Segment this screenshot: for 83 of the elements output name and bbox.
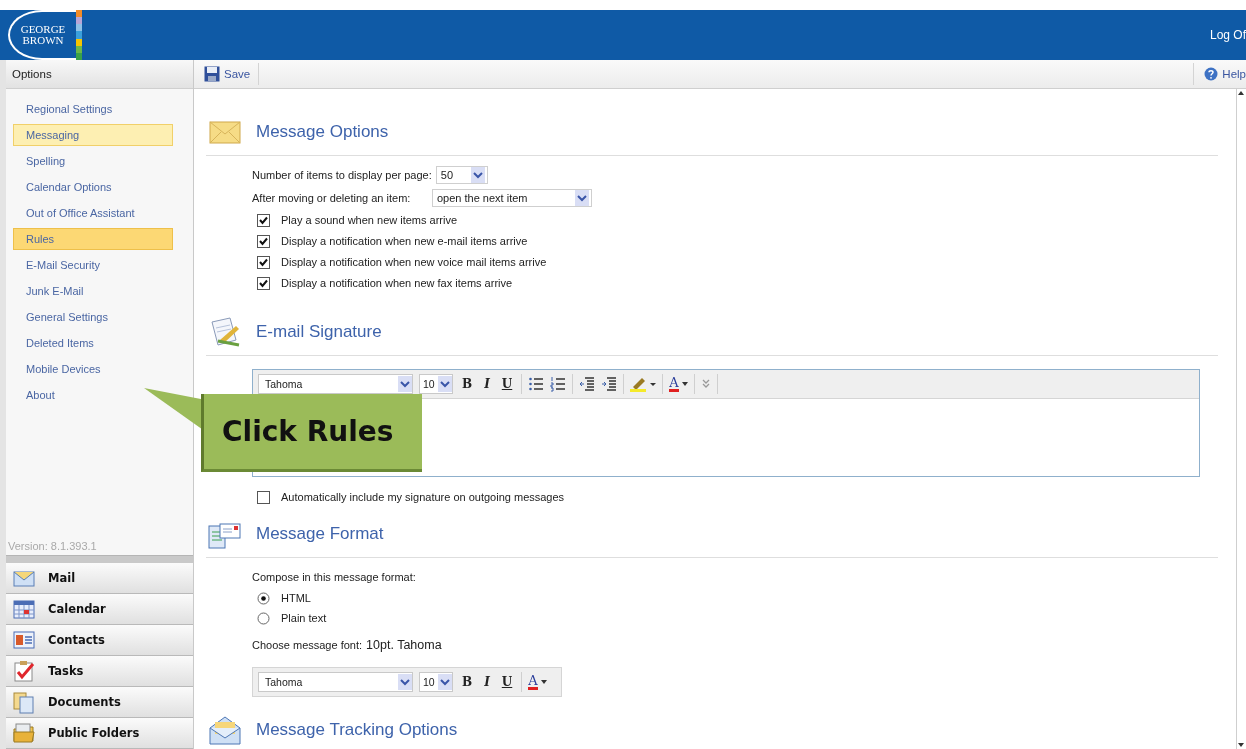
help-button[interactable]: Help: [1193, 63, 1246, 85]
sidebar-item[interactable]: Deleted Items: [13, 332, 173, 354]
bold-button[interactable]: B: [459, 675, 476, 689]
checkbox[interactable]: [257, 213, 270, 227]
sidebar-item[interactable]: Mobile Devices: [13, 358, 173, 380]
section-title: E-mail Signature: [256, 322, 382, 342]
resize-handle[interactable]: [6, 555, 193, 563]
font-select[interactable]: Tahoma: [258, 374, 413, 394]
scrollbar[interactable]: [1236, 89, 1246, 749]
font-size-select[interactable]: 10: [419, 672, 453, 692]
sidebar-item[interactable]: Calendar Options: [13, 176, 173, 198]
radio-button[interactable]: [257, 611, 270, 625]
field-label: Compose in this message format:: [252, 571, 416, 583]
checkbox-label: Display a notification when new fax items arrive: [281, 277, 513, 289]
field-label: Number of items to display per page:: [252, 169, 432, 181]
nav-button[interactable]: Mail: [6, 563, 193, 594]
after-delete-select[interactable]: open the next item: [432, 189, 592, 207]
page-size-select[interactable]: 50: [435, 166, 488, 184]
sidebar-item[interactable]: Rules: [13, 228, 173, 250]
save-button[interactable]: Save: [204, 63, 260, 85]
italic-button[interactable]: I: [481, 675, 493, 689]
checkbox[interactable]: [257, 234, 270, 248]
caret-icon: [470, 167, 485, 183]
caret-icon: [540, 680, 547, 684]
sidebar-item[interactable]: General Settings: [13, 306, 173, 328]
field-label: Choose message font:: [252, 639, 363, 651]
font-color-button[interactable]: A: [528, 674, 547, 690]
bullet-list-icon[interactable]: [528, 376, 545, 392]
callout-tooltip: Click Rules: [201, 394, 422, 472]
sidebar-item[interactable]: Out of Office Assistant: [13, 202, 173, 224]
checkbox[interactable]: [257, 276, 270, 290]
checklist-icon: [12, 659, 36, 683]
checkbox[interactable]: [257, 255, 270, 269]
decrease-indent-icon[interactable]: [579, 376, 596, 392]
nav-button[interactable]: Calendar: [6, 594, 193, 625]
checkbox-label: Play a sound when new items arrive: [281, 214, 458, 226]
envelope-icon: [206, 714, 244, 746]
calendar-icon: [12, 597, 36, 621]
log-off-link[interactable]: Log Of: [1209, 28, 1246, 42]
section-title: Message Options: [256, 122, 389, 142]
caret-icon: [438, 376, 452, 392]
underline-button[interactable]: U: [498, 675, 516, 689]
section-title: Message Format: [256, 524, 384, 544]
font-value: 10pt. Tahoma: [366, 638, 442, 652]
checkbox[interactable]: [257, 490, 270, 504]
caret-icon: [398, 376, 412, 392]
nav-button[interactable]: Public Folders: [6, 718, 193, 749]
section-title: Message Tracking Options: [256, 720, 458, 740]
numbered-list-icon[interactable]: [550, 376, 567, 392]
contact-card-icon: [12, 628, 36, 652]
documents-icon: [12, 690, 36, 714]
radio-label: HTML: [281, 592, 311, 604]
font-size-select[interactable]: 10: [419, 374, 453, 394]
highlighter-icon[interactable]: [630, 376, 657, 392]
color-stripe-icon: [76, 10, 82, 60]
sidebar-item[interactable]: Junk E-Mail: [13, 280, 173, 302]
help-icon: [1204, 67, 1219, 81]
sidebar-item[interactable]: E-Mail Security: [13, 254, 173, 276]
field-label: After moving or deleting an item:: [252, 192, 412, 204]
sidebar-item[interactable]: Spelling: [13, 150, 173, 172]
checkbox-label: Automatically include my signature on outgoing messages: [281, 491, 565, 503]
bold-button[interactable]: B: [459, 377, 476, 391]
caret-icon: [398, 674, 412, 690]
caret-icon: [575, 190, 589, 206]
nav-button[interactable]: Contacts: [6, 625, 193, 656]
underline-button[interactable]: U: [498, 377, 516, 391]
increase-indent-icon[interactable]: [601, 376, 618, 392]
sidebar-item[interactable]: Regional Settings: [13, 98, 173, 120]
font-select[interactable]: Tahoma: [258, 672, 413, 692]
folders-icon: [12, 721, 36, 745]
checkbox-label: Display a notification when new e-mail items arrive: [281, 235, 528, 247]
checkbox-label: Display a notification when new voice mail items arrive: [281, 256, 547, 268]
font-color-button[interactable]: A: [669, 376, 688, 392]
caret-icon: [681, 382, 688, 386]
nav-button[interactable]: Documents: [6, 687, 193, 718]
nav-button[interactable]: Tasks: [6, 656, 193, 687]
radio-button[interactable]: [257, 591, 270, 605]
caret-icon: [438, 674, 452, 690]
radio-label: Plain text: [281, 612, 327, 624]
scroll-down-icon: [1237, 741, 1245, 749]
italic-button[interactable]: I: [481, 377, 493, 391]
version-label: Version: 8.1.393.1: [7, 540, 98, 554]
sidebar-item[interactable]: Messaging: [13, 124, 173, 146]
